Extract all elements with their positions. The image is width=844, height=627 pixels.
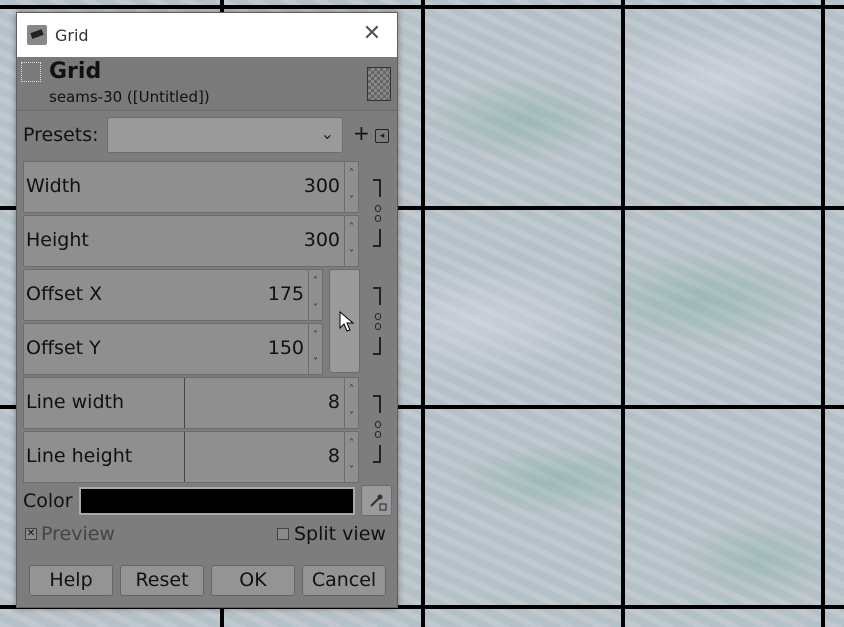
height-value: 300 <box>303 229 340 251</box>
chain-link <box>375 421 381 428</box>
offset-y-label: Offset Y <box>26 337 101 359</box>
titlebar: Grid ✕ <box>17 13 397 57</box>
color-picker-icon[interactable] <box>361 485 392 516</box>
image-thumbnail <box>367 67 391 101</box>
offset-x-label: Offset X <box>26 283 103 305</box>
width-stepper[interactable]: ˄ ˅ <box>344 162 358 212</box>
width-value: 300 <box>303 175 340 197</box>
chain-link <box>375 313 381 320</box>
chain-link <box>375 431 381 438</box>
dialog-header: Grid seams-30 ([Untitled]) <box>17 57 397 111</box>
chevron-down-icon[interactable]: ˅ <box>309 303 322 314</box>
width-field[interactable]: Width 300 ˄ ˅ <box>23 161 359 213</box>
chevron-down-icon[interactable]: ˅ <box>345 465 358 476</box>
chevron-up-icon[interactable]: ˄ <box>309 330 322 341</box>
gimp-app-icon <box>27 25 47 45</box>
offset-y-field[interactable]: Offset Y 150 ˄ ˅ <box>23 323 323 375</box>
line-width-value: 8 <box>327 391 340 413</box>
header-subtitle: seams-30 ([Untitled]) <box>49 88 210 106</box>
offset-y-value: 150 <box>267 337 304 359</box>
eyedropper-icon <box>370 494 387 511</box>
window-title: Grid <box>55 25 89 45</box>
chevron-up-icon[interactable]: ˄ <box>345 438 358 449</box>
line-height-field[interactable]: Line height 8 ˄ ˅ <box>23 431 359 483</box>
line-height-stepper[interactable]: ˄ ˅ <box>344 432 358 482</box>
chain-bracket-top <box>373 179 381 197</box>
line-width-field[interactable]: Line width 8 ˄ ˅ <box>23 377 359 429</box>
field-divider <box>184 378 185 428</box>
width-label: Width <box>26 175 82 197</box>
offset-x-value: 175 <box>267 283 304 305</box>
header-title: Grid <box>49 59 102 84</box>
menu-icon[interactable]: ◂ <box>375 129 389 143</box>
grid-dialog: Grid ✕ Grid seams-30 ([Untitled]) Preset… <box>16 12 398 608</box>
grid-line-v2 <box>421 0 425 627</box>
chevron-down-icon: ⌄ <box>320 124 334 143</box>
line-chain-icon[interactable] <box>373 395 383 463</box>
ok-button[interactable]: OK <box>211 565 295 596</box>
chain-bracket-top <box>373 395 381 413</box>
grid-icon <box>21 62 41 82</box>
offset-y-stepper[interactable]: ˄ ˅ <box>308 324 322 374</box>
chevron-down-icon[interactable]: ˅ <box>345 195 358 206</box>
chevron-down-icon[interactable]: ˅ <box>345 411 358 422</box>
mouse-cursor-icon <box>339 311 355 332</box>
reset-button[interactable]: Reset <box>120 565 204 596</box>
grid-line-h1 <box>0 5 844 9</box>
chain-link <box>375 215 381 222</box>
chevron-up-icon[interactable]: ˄ <box>309 276 322 287</box>
chevron-up-icon[interactable]: ˄ <box>345 222 358 233</box>
offset-chain-icon[interactable] <box>373 287 383 355</box>
color-label: Color <box>23 490 73 512</box>
chevron-up-icon[interactable]: ˄ <box>345 168 358 179</box>
cancel-button[interactable]: Cancel <box>302 565 386 596</box>
field-divider <box>184 432 185 482</box>
chain-link <box>375 323 381 330</box>
plus-icon[interactable]: + <box>353 121 370 145</box>
height-label: Height <box>26 229 89 251</box>
color-swatch-button[interactable] <box>79 487 355 515</box>
size-chain-icon[interactable] <box>373 179 383 247</box>
chain-bracket-bottom <box>373 445 381 463</box>
chevron-down-icon[interactable]: ˅ <box>309 357 322 368</box>
chain-bracket-top <box>373 287 381 305</box>
line-width-label: Line width <box>26 391 125 413</box>
chain-link <box>375 205 381 212</box>
preview-checkbox[interactable]: ✕ <box>25 528 37 540</box>
chain-bracket-bottom <box>373 337 381 355</box>
help-button[interactable]: Help <box>29 565 113 596</box>
grid-line-v4 <box>821 0 825 627</box>
offset-x-stepper[interactable]: ˄ ˅ <box>308 270 322 320</box>
line-height-value: 8 <box>327 445 340 467</box>
preview-label[interactable]: Preview <box>41 523 115 545</box>
chevron-down-icon[interactable]: ˅ <box>345 249 358 260</box>
split-view-checkbox[interactable] <box>277 528 289 540</box>
close-icon[interactable]: ✕ <box>361 23 383 45</box>
split-view-label[interactable]: Split view <box>294 523 386 545</box>
offset-x-field[interactable]: Offset X 175 ˄ ˅ <box>23 269 323 321</box>
grid-line-v3 <box>621 0 625 627</box>
chevron-up-icon[interactable]: ˄ <box>345 384 358 395</box>
presets-combo[interactable]: ⌄ <box>107 117 343 153</box>
line-height-label: Line height <box>26 445 133 467</box>
presets-label: Presets: <box>23 124 99 146</box>
chain-bracket-bottom <box>373 229 381 247</box>
height-stepper[interactable]: ˄ ˅ <box>344 216 358 266</box>
line-width-stepper[interactable]: ˄ ˅ <box>344 378 358 428</box>
height-field[interactable]: Height 300 ˄ ˅ <box>23 215 359 267</box>
